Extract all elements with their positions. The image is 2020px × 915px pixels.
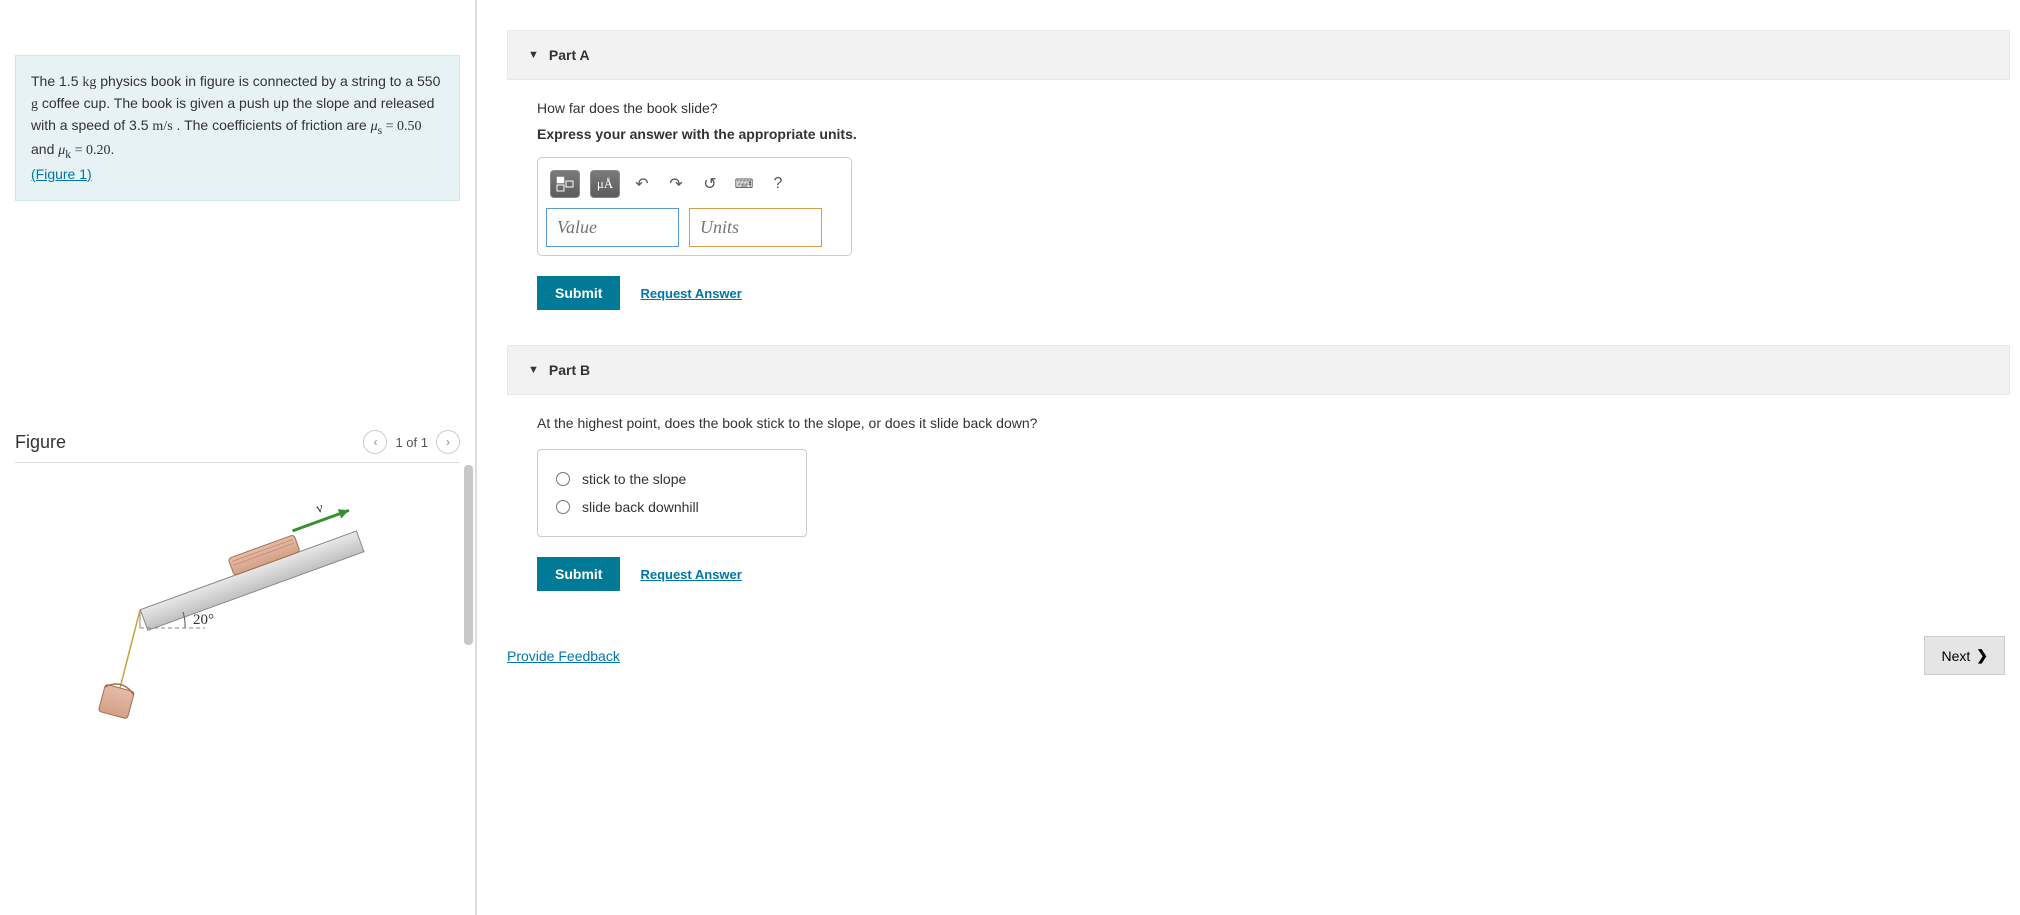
velocity-label: v⃗ xyxy=(314,497,335,517)
special-char-button[interactable]: μÅ xyxy=(590,170,620,198)
help-icon[interactable]: ? xyxy=(766,172,790,196)
option-label: stick to the slope xyxy=(582,471,686,487)
radio-slide[interactable] xyxy=(556,500,570,514)
value: = 0.20 xyxy=(71,143,110,158)
units-input[interactable] xyxy=(689,208,822,247)
request-answer-link-a[interactable]: Request Answer xyxy=(640,286,741,301)
chevron-right-icon: ❯ xyxy=(1976,647,1988,664)
part-a-header[interactable]: ▼ Part A xyxy=(507,30,2010,80)
period: . xyxy=(111,141,115,157)
submit-button-a[interactable]: Submit xyxy=(537,276,620,310)
part-b-header[interactable]: ▼ Part B xyxy=(507,345,2010,395)
option-label: slide back downhill xyxy=(582,499,699,515)
part-a-question: How far does the book slide? xyxy=(537,100,2010,116)
figure-link[interactable]: (Figure 1) xyxy=(31,166,92,182)
next-figure-button[interactable]: › xyxy=(436,430,460,454)
option-stick[interactable]: stick to the slope xyxy=(556,465,788,493)
submit-button-b[interactable]: Submit xyxy=(537,557,620,591)
scrollbar-thumb[interactable] xyxy=(464,465,473,645)
part-b-question: At the highest point, does the book stic… xyxy=(537,415,2010,431)
caret-down-icon: ▼ xyxy=(528,49,539,61)
template-tool-button[interactable] xyxy=(550,170,580,198)
angle-label: 20° xyxy=(193,612,214,628)
part-b-body: At the highest point, does the book stic… xyxy=(507,395,2010,591)
part-a-body: How far does the book slide? Express you… xyxy=(507,80,2010,310)
figure-diagram: v⃗ 20° xyxy=(15,478,460,731)
part-a-instruction: Express your answer with the appropriate… xyxy=(537,126,2010,142)
unit-kg: kg xyxy=(82,75,96,90)
problem-statement: The 1.5 kg physics book in figure is con… xyxy=(15,55,460,201)
text: and xyxy=(31,141,58,157)
reset-icon[interactable]: ↺ xyxy=(698,172,722,196)
caret-down-icon: ▼ xyxy=(528,364,539,376)
value: = 0.50 xyxy=(382,119,421,134)
undo-icon[interactable]: ↶ xyxy=(630,172,654,196)
figure-title: Figure xyxy=(15,432,66,453)
mu-s: μ xyxy=(371,119,378,134)
radio-stick[interactable] xyxy=(556,472,570,486)
text: physics book in figure is connected by a… xyxy=(96,73,440,89)
prev-figure-button[interactable]: ‹ xyxy=(363,430,387,454)
answer-input-box: μÅ ↶ ↷ ↺ ⌨ ? xyxy=(537,157,852,256)
part-a-title: Part A xyxy=(549,47,590,63)
figure-panel: Figure ‹ 1 of 1 › xyxy=(15,430,460,731)
radio-options: stick to the slope slide back downhill xyxy=(537,449,807,537)
next-button[interactable]: Next ❯ xyxy=(1924,636,2005,675)
option-slide[interactable]: slide back downhill xyxy=(556,493,788,521)
redo-icon[interactable]: ↷ xyxy=(664,172,688,196)
unit-g: g xyxy=(31,97,38,112)
provide-feedback-link[interactable]: Provide Feedback xyxy=(507,648,620,664)
text: . The coefficients of friction are xyxy=(173,117,371,133)
request-answer-link-b[interactable]: Request Answer xyxy=(640,567,741,582)
keyboard-icon[interactable]: ⌨ xyxy=(732,172,756,196)
figure-counter: 1 of 1 xyxy=(395,435,428,450)
value-input[interactable] xyxy=(546,208,679,247)
text: The 1.5 xyxy=(31,73,82,89)
part-b-title: Part B xyxy=(549,362,590,378)
unit-ms: m/s xyxy=(152,119,172,134)
next-label: Next xyxy=(1941,648,1970,664)
